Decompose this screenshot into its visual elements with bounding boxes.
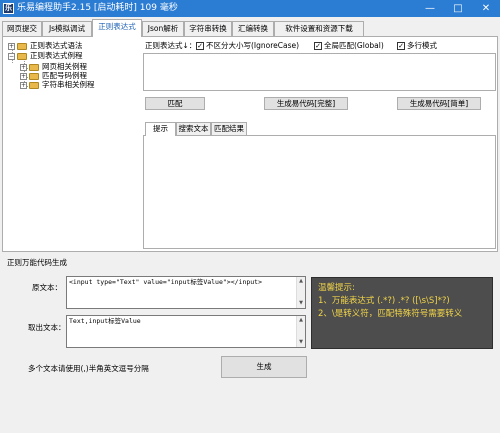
example-tree[interactable]: + 正则表达式语法 − 正则表达式例程 + 网页相关例程 + 匹配号码例程 + 字符串相关… xyxy=(4,39,139,250)
minimize-button[interactable]: — xyxy=(416,0,444,17)
scroll-up-icon[interactable]: ▲ xyxy=(297,316,305,325)
source-scrollbar[interactable]: ▲ ▼ xyxy=(296,277,305,308)
comma-hint: 多个文本请使用(,)半角英文逗号分隔 xyxy=(28,364,149,373)
regex-label: 正则表达式↓： xyxy=(145,41,197,50)
gen-simple-code-button[interactable]: 生成易代码[简单] xyxy=(397,97,481,110)
fetch-scrollbar[interactable]: ▲ ▼ xyxy=(296,316,305,347)
title-bar: 乐 乐易编程助手2.15 [启动耗时] 109 毫秒 — □ ✕ xyxy=(0,0,500,17)
match-button[interactable]: 匹配 xyxy=(145,97,205,110)
tab-asm-convert[interactable]: 汇编转换 xyxy=(232,21,274,36)
folder-icon xyxy=(29,81,39,89)
tips-line-1: 1、万能表达式 (.*?) .*? ([\s\S]*?) xyxy=(318,296,450,306)
generate-button[interactable]: 生成 xyxy=(221,356,307,378)
expand-icon[interactable]: + xyxy=(20,72,27,80)
checkbox-multiline[interactable]: ✓ xyxy=(397,42,405,50)
folder-icon xyxy=(29,63,39,71)
tab-search-text[interactable]: 搜索文本 xyxy=(176,122,211,135)
tab-regex[interactable]: 正则表达式 xyxy=(92,19,142,37)
option-label: 多行模式 xyxy=(407,41,437,50)
regex-input[interactable] xyxy=(143,53,496,91)
source-text-input[interactable]: <input type="Text" value="input标签Value">… xyxy=(66,276,306,309)
tab-json[interactable]: Json解析 xyxy=(142,21,184,36)
option-label: 不区分大小写(IgnoreCase) xyxy=(206,41,300,50)
fetch-text-input[interactable]: Text,input标签Value ▲ ▼ xyxy=(66,315,306,348)
tree-node-regex-examples[interactable]: − 正则表达式例程 xyxy=(8,51,83,61)
expand-icon[interactable]: + xyxy=(8,42,15,50)
result-panel xyxy=(143,135,496,249)
close-button[interactable]: ✕ xyxy=(472,0,500,17)
option-ignorecase[interactable]: ✓ 不区分大小写(IgnoreCase) xyxy=(196,40,299,51)
checkbox-ignorecase[interactable]: ✓ xyxy=(196,42,204,50)
option-global[interactable]: ✓ 全局匹配(Global) xyxy=(314,40,384,51)
folder-icon xyxy=(29,72,39,80)
tree-node-regex-syntax[interactable]: + 正则表达式语法 xyxy=(8,41,83,51)
tips-line-2: 2、\是转义符，匹配特殊符号需要转义 xyxy=(318,309,463,319)
scroll-down-icon[interactable]: ▼ xyxy=(297,338,305,347)
maximize-button[interactable]: □ xyxy=(444,0,472,17)
tree-node-label: 字符串相关例程 xyxy=(42,80,95,89)
tips-title: 温馨提示: xyxy=(318,283,355,293)
tab-tips[interactable]: 提示 xyxy=(145,122,176,136)
tab-match-result[interactable]: 匹配结果 xyxy=(211,122,247,135)
tree-node-label: 正则表达式例程 xyxy=(30,51,83,60)
checkbox-global[interactable]: ✓ xyxy=(314,42,322,50)
app-icon: 乐 xyxy=(3,3,14,14)
tab-web-submit[interactable]: 网页提交 xyxy=(2,21,42,36)
tree-node-label: 网页相关例程 xyxy=(42,62,87,71)
scroll-up-icon[interactable]: ▲ xyxy=(297,277,305,286)
scroll-down-icon[interactable]: ▼ xyxy=(297,299,305,308)
source-text-label: 原文本： xyxy=(32,283,62,292)
folder-open-icon xyxy=(17,52,27,60)
tree-node-label: 匹配号码例程 xyxy=(42,71,87,80)
gen-full-code-button[interactable]: 生成易代码[完整] xyxy=(264,97,348,110)
source-text-value: <input type="Text" value="input标签Value">… xyxy=(69,278,263,286)
window-title: 乐易编程助手2.15 [启动耗时] 109 毫秒 xyxy=(17,3,178,13)
generator-section-title: 正则万能代码生成 xyxy=(7,258,67,267)
tree-node-label: 正则表达式语法 xyxy=(30,41,83,50)
fetch-text-value: Text,input标签Value xyxy=(69,317,141,325)
folder-icon xyxy=(17,42,27,50)
fetch-text-label: 取出文本： xyxy=(28,323,66,332)
tab-string-convert[interactable]: 字符串转换 xyxy=(184,21,232,36)
tab-js-debug[interactable]: Js模拟调试 xyxy=(42,21,92,36)
expand-icon[interactable]: + xyxy=(20,63,27,71)
expand-icon[interactable]: + xyxy=(20,81,27,89)
tips-box: 温馨提示: 1、万能表达式 (.*?) .*? ([\s\S]*?) 2、\是转… xyxy=(311,277,493,349)
collapse-icon[interactable]: − xyxy=(8,52,15,60)
option-label: 全局匹配(Global) xyxy=(324,41,384,50)
option-multiline[interactable]: ✓ 多行模式 xyxy=(397,40,437,51)
tree-node-string-examples[interactable]: + 字符串相关例程 xyxy=(20,80,95,90)
regex-input-value xyxy=(144,54,148,64)
tab-settings-download[interactable]: 软件设置和资源下载 xyxy=(274,21,364,36)
